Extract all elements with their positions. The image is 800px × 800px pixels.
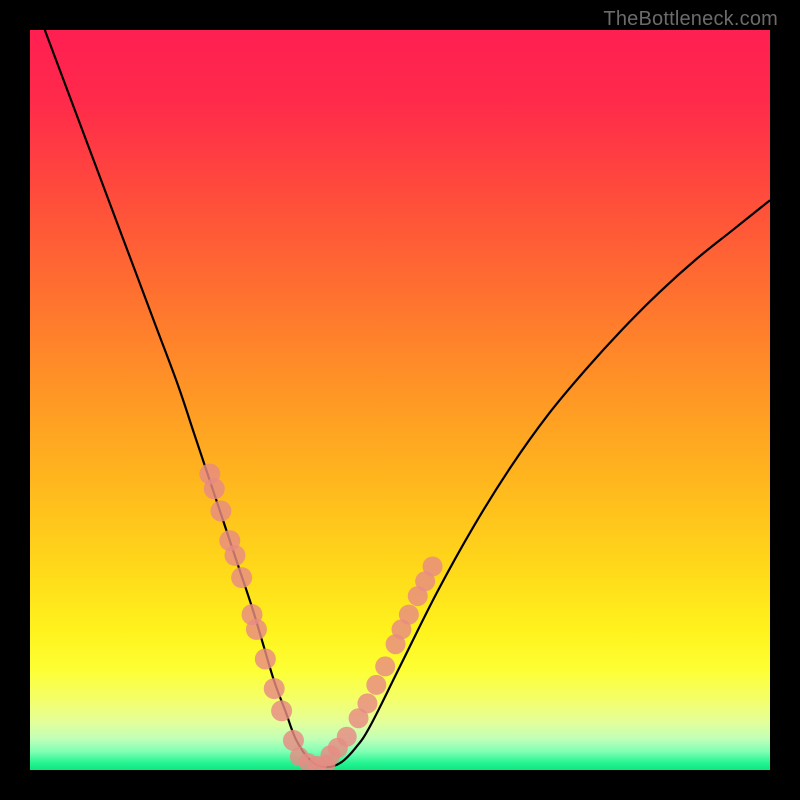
curve-layer [30,30,770,770]
data-marker [399,605,419,625]
data-marker [423,557,443,577]
data-marker [264,678,285,699]
plot-area [30,30,770,770]
data-marker [375,656,395,676]
data-marker [204,478,225,499]
watermark-label: TheBottleneck.com [603,8,778,31]
bottleneck-curve [45,30,770,767]
data-marker [224,545,245,566]
data-marker [337,727,357,747]
data-marker [271,700,292,721]
chart-frame: TheBottleneck.com [0,0,800,800]
data-marker [255,649,276,670]
data-marker [246,619,267,640]
data-marker [357,693,377,713]
data-marker [231,567,252,588]
data-marker [210,501,231,522]
data-markers [199,464,442,771]
data-marker [366,675,386,695]
